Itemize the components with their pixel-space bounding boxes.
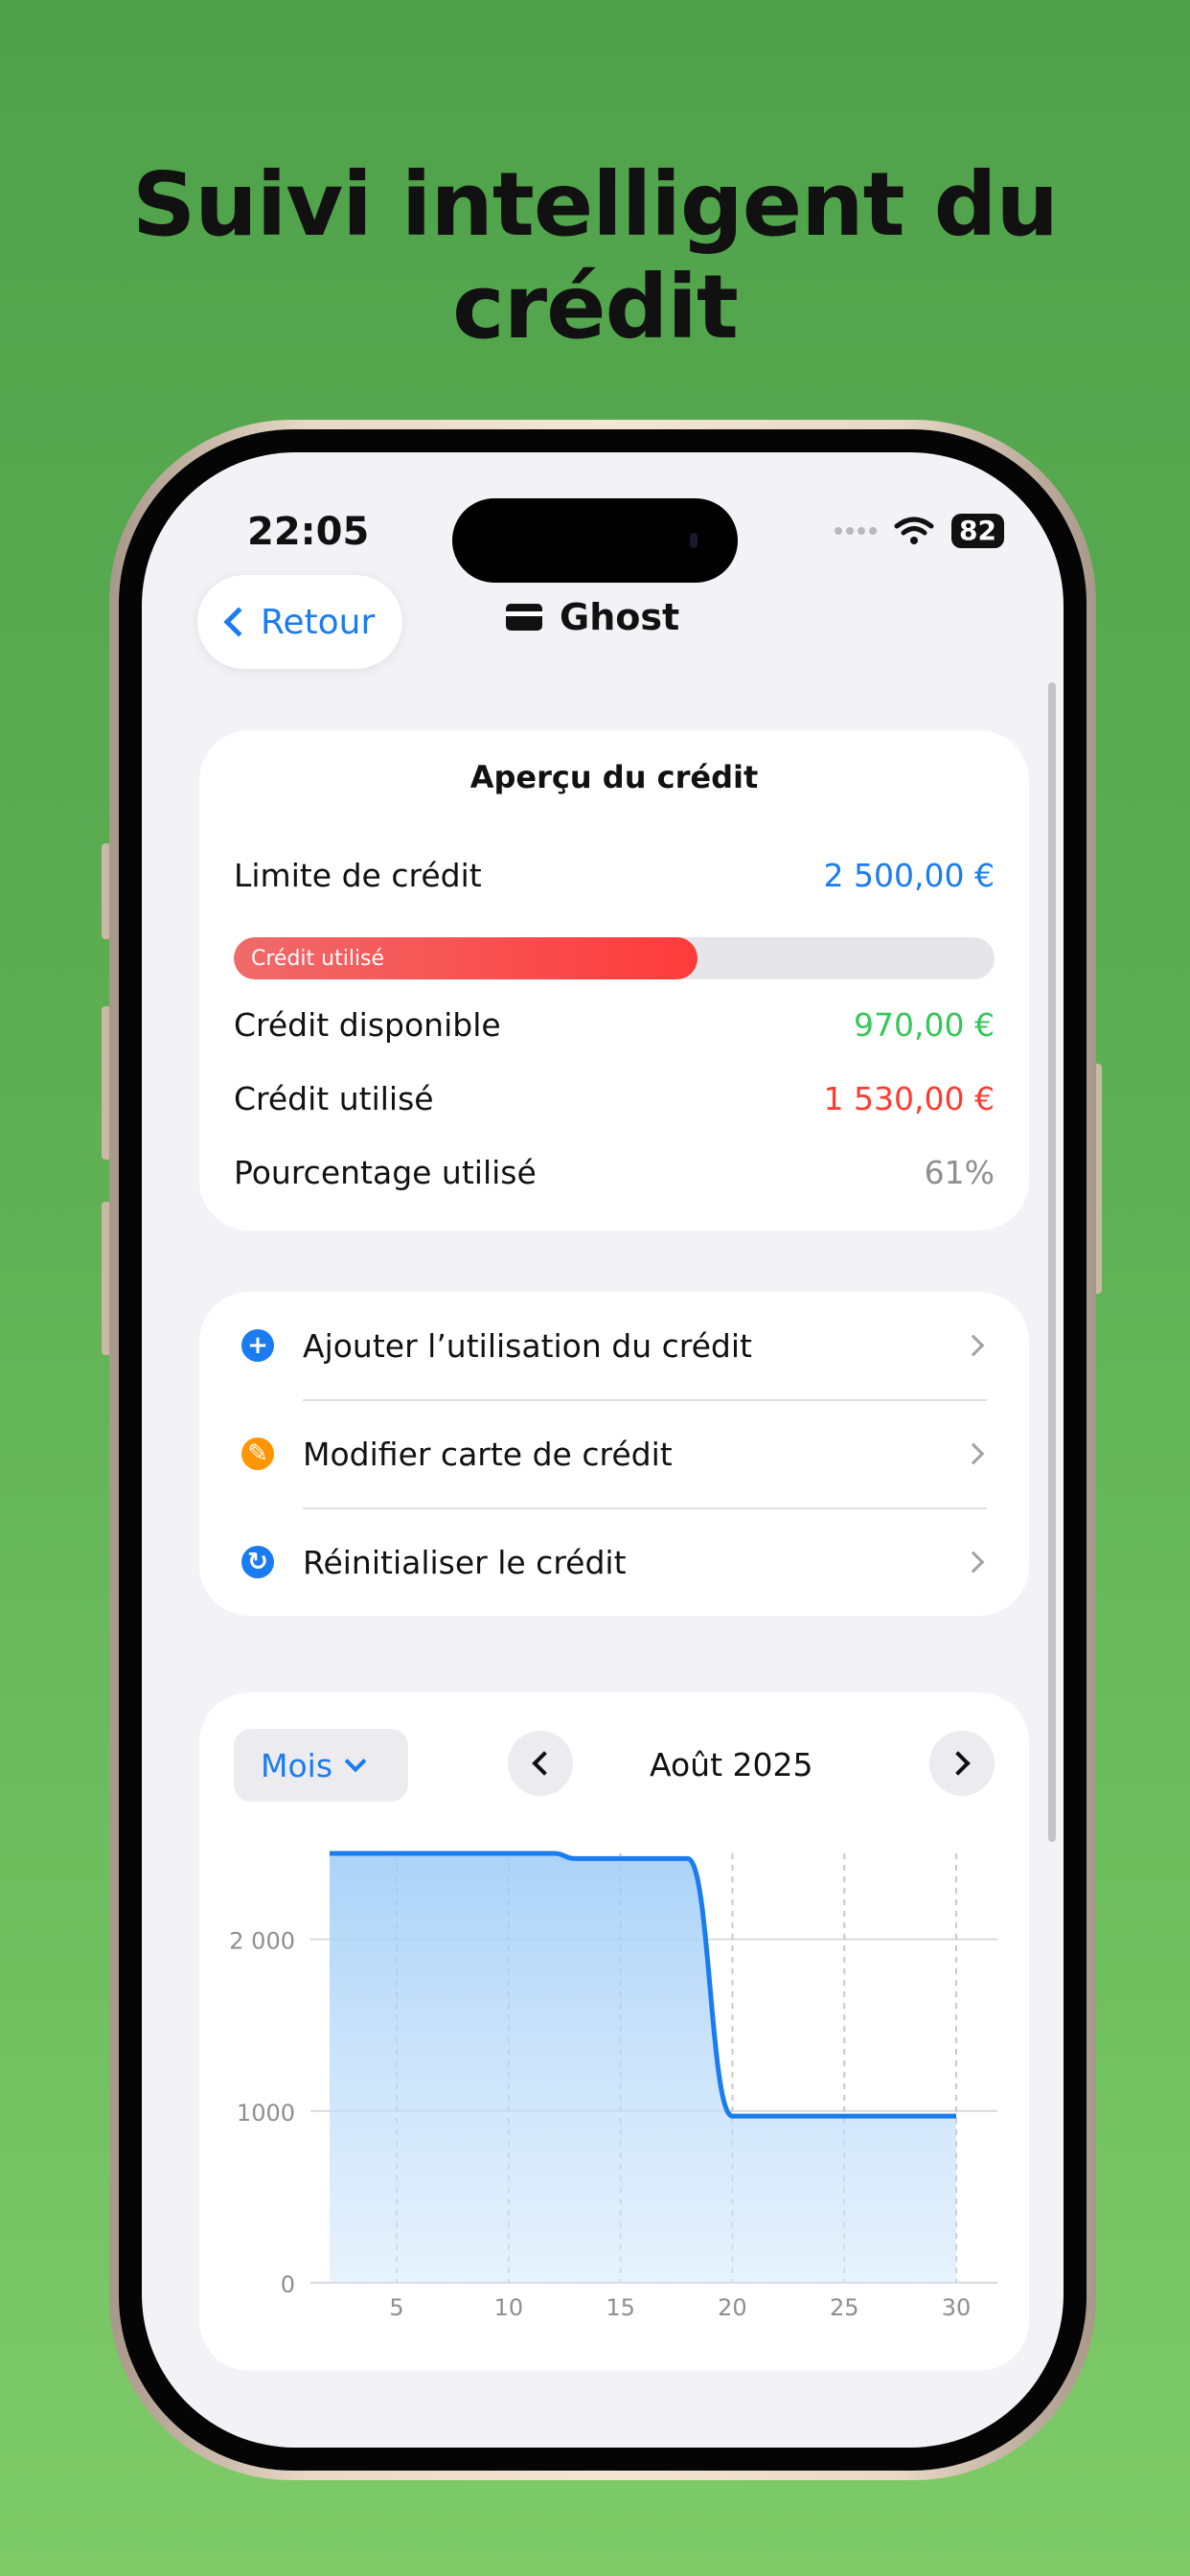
credit-chart-card: 0 1000 2 000 5 10 15 20 25 30 Mois Août 2025 bbox=[199, 1692, 1029, 2371]
battery-icon: 82 bbox=[951, 514, 1004, 548]
credit-progress-bar: Crédit utilisé bbox=[234, 937, 995, 979]
month-label: Août 2025 bbox=[650, 1746, 813, 1783]
credit-card-icon bbox=[506, 604, 542, 631]
available-value: 970,00 € bbox=[854, 1006, 995, 1044]
status-time: 22:05 bbox=[247, 510, 370, 554]
credit-progress-fill: Crédit utilisé bbox=[234, 937, 698, 979]
area-fill bbox=[330, 1853, 956, 2283]
add-credit-usage-item[interactable]: + Ajouter l’utilisation du crédit bbox=[199, 1292, 1029, 1399]
previous-month-button[interactable] bbox=[508, 1731, 573, 1796]
wifi-icon bbox=[894, 517, 934, 544]
limit-label: Limite de crédit bbox=[234, 857, 482, 894]
reset-credit-item[interactable]: ↻ Réinitialiser le crédit bbox=[199, 1508, 1029, 1616]
x-tick-label: 20 bbox=[718, 2294, 747, 2321]
available-label: Crédit disponible bbox=[234, 1006, 501, 1044]
used-label: Crédit utilisé bbox=[234, 1080, 434, 1117]
status-icons: 82 bbox=[835, 514, 1004, 548]
x-tick-label: 25 bbox=[830, 2294, 859, 2321]
chevron-left-icon bbox=[223, 607, 254, 637]
phone-frame: 22:05 82 Retour Ghost Aperçu du crédit L… bbox=[109, 420, 1096, 2480]
back-button[interactable]: Retour bbox=[197, 575, 402, 669]
progress-label: Crédit utilisé bbox=[251, 946, 385, 971]
x-tick-label: 10 bbox=[494, 2294, 524, 2321]
nav-title: Ghost bbox=[506, 596, 679, 638]
chevron-right-icon bbox=[946, 1751, 971, 1776]
edit-credit-card-item[interactable]: ✎ Modifier carte de crédit bbox=[199, 1400, 1029, 1507]
percent-value: 61% bbox=[924, 1154, 995, 1191]
y-tick-label: 2 000 bbox=[229, 1928, 295, 1955]
percent-row: Pourcentage utilisé 61% bbox=[234, 1154, 995, 1191]
x-tick-label: 15 bbox=[606, 2294, 635, 2321]
chevron-right-icon bbox=[962, 1334, 985, 1357]
action-label: Modifier carte de crédit bbox=[303, 1435, 673, 1473]
reset-icon: ↻ bbox=[241, 1546, 274, 1578]
period-selector[interactable]: Mois bbox=[234, 1729, 408, 1802]
x-tick-label: 5 bbox=[389, 2294, 403, 2321]
x-tick-label: 30 bbox=[942, 2294, 972, 2321]
scrollbar[interactable] bbox=[1048, 682, 1056, 1842]
credit-overview-card: Aperçu du crédit Limite de crédit 2 500,… bbox=[199, 730, 1029, 1230]
actions-card: + Ajouter l’utilisation du crédit ✎ Modi… bbox=[199, 1292, 1029, 1616]
y-tick-label: 1000 bbox=[237, 2100, 295, 2127]
action-label: Ajouter l’utilisation du crédit bbox=[303, 1326, 752, 1365]
card-name: Ghost bbox=[560, 596, 680, 638]
overview-title: Aperçu du crédit bbox=[469, 759, 759, 795]
limit-value: 2 500,00 € bbox=[823, 857, 995, 894]
chevron-right-icon bbox=[962, 1442, 985, 1465]
chevron-right-icon bbox=[962, 1551, 985, 1574]
app-screen: 22:05 82 Retour Ghost Aperçu du crédit L… bbox=[142, 452, 1064, 2448]
available-row: Crédit disponible 970,00 € bbox=[234, 1006, 995, 1044]
chevron-down-icon bbox=[344, 1750, 367, 1773]
back-label: Retour bbox=[261, 602, 376, 642]
pencil-icon: ✎ bbox=[241, 1438, 274, 1470]
chevron-left-icon bbox=[532, 1751, 557, 1776]
percent-label: Pourcentage utilisé bbox=[234, 1154, 537, 1191]
y-tick-label: 0 bbox=[281, 2271, 295, 2298]
limit-row: Limite de crédit 2 500,00 € bbox=[234, 857, 995, 894]
used-value: 1 530,00 € bbox=[823, 1080, 995, 1117]
action-label: Réinitialiser le crédit bbox=[303, 1543, 627, 1581]
plus-icon: + bbox=[241, 1329, 274, 1362]
headline: Suivi intelligent du crédit bbox=[132, 153, 1059, 358]
signal-icon bbox=[835, 527, 878, 535]
next-month-button[interactable] bbox=[929, 1731, 995, 1796]
dynamic-island bbox=[452, 498, 738, 583]
period-label: Mois bbox=[261, 1746, 333, 1784]
used-row: Crédit utilisé 1 530,00 € bbox=[234, 1080, 995, 1117]
